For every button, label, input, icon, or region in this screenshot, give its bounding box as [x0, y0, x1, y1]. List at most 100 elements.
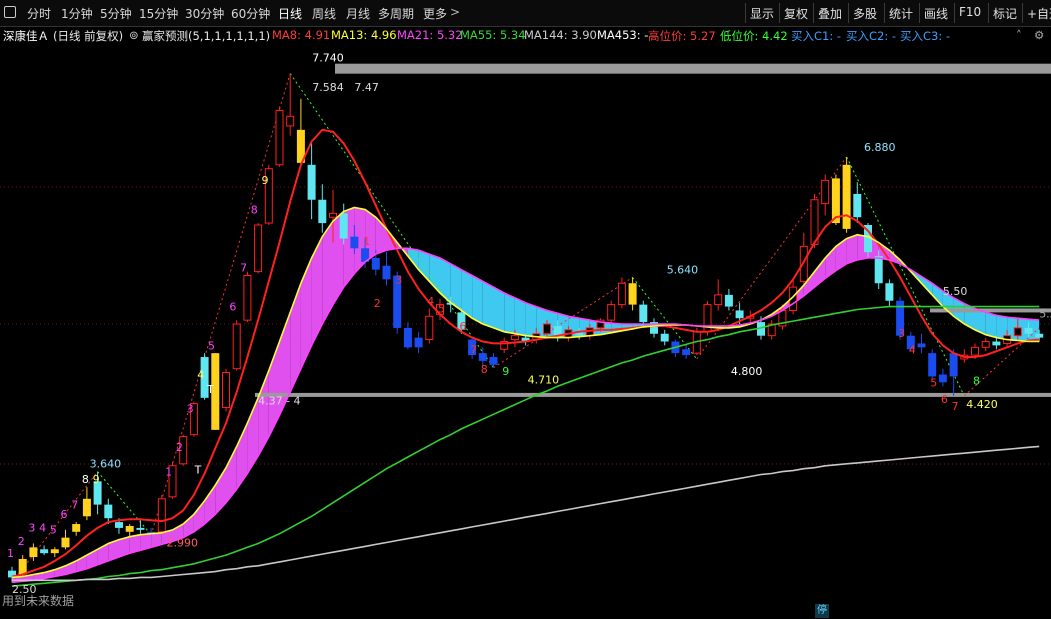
candle-body — [318, 199, 327, 224]
tab-60min[interactable]: 60分钟 — [231, 5, 270, 22]
mark-button[interactable]: 标记 — [988, 3, 1021, 23]
f10-button[interactable]: F10 — [954, 3, 985, 23]
high-label-3640: 3.640 — [90, 458, 122, 471]
candle-body — [821, 179, 830, 205]
collapse-chevron-icon[interactable]: ˄ — [1016, 28, 1022, 42]
candle-body — [478, 353, 487, 361]
candle-body — [254, 224, 263, 273]
indicator-bar: 深康佳Ａ (日线 前复权) ⊚ 赢家预测(5,1,1,1,1,1,1) MA8:… — [0, 28, 1051, 44]
candle-body — [885, 283, 894, 301]
candle-body — [1035, 333, 1044, 338]
label-527: 5.27 — [1039, 307, 1051, 320]
low-price-value: 低位价: 4.42 — [720, 29, 788, 43]
candle-body — [992, 341, 1001, 346]
high-label-7740: 7.740 — [312, 52, 344, 65]
candle-body — [799, 245, 808, 282]
candle-body — [61, 537, 70, 548]
ma-band-segment — [482, 281, 494, 328]
draw-button[interactable]: 画线 — [919, 3, 952, 23]
kline-chart[interactable]: 3.640 2.990 7.740 7.584 7.47 5.640 4.710 4.800 6… — [0, 44, 1051, 619]
ma-band-segment — [300, 258, 312, 369]
ma144-value: MA144: 3.90 — [524, 28, 597, 42]
candle-body — [29, 547, 38, 558]
counter-up-4: 5 — [50, 524, 57, 537]
candle-body — [136, 527, 145, 530]
counter-rise-3: 4 — [197, 368, 204, 381]
high-label-5640: 5.640 — [667, 263, 699, 276]
candle-body — [617, 282, 626, 306]
multi-stock-button[interactable]: 多股 — [848, 3, 881, 23]
high-price-value: 高位价: 5.27 — [648, 29, 716, 43]
ma-band-segment — [514, 297, 526, 336]
counter-fall-5: 8 — [973, 375, 980, 388]
ma-band-segment — [440, 258, 451, 303]
counter-down-7: 8 — [481, 363, 488, 376]
counter-fall-4: 7 — [952, 400, 959, 413]
low-label-2990: 2.990 — [167, 537, 199, 550]
counter-up-1: 2 — [18, 535, 25, 548]
candle-body — [842, 164, 851, 229]
candle-body — [917, 343, 926, 348]
ma453-value: MA453: - — [597, 28, 649, 42]
counter-down-2: 3 — [395, 274, 402, 287]
low-label-4710: 4.710 — [528, 374, 560, 387]
label-437: 4.37 - 4 — [258, 395, 300, 408]
candle-body — [18, 558, 27, 575]
buy-c1-value: 买入C1: - — [791, 29, 842, 43]
display-button[interactable]: 显示 — [745, 3, 778, 23]
tab-weekly[interactable]: 周线 — [312, 5, 336, 22]
stop-badge[interactable]: 停 — [815, 604, 829, 618]
buy-c3-value: 买入C3: - — [900, 29, 951, 43]
candle-body — [329, 212, 337, 218]
counter-rise-7: 8 — [251, 203, 258, 216]
candle-body — [403, 327, 412, 348]
counter-rise-8: 9 — [262, 174, 269, 187]
ma-band-segment — [472, 275, 483, 325]
circle-chevron-icon[interactable]: ⊚ — [129, 28, 139, 42]
overlay-button[interactable]: 叠加 — [813, 3, 846, 23]
tab-daily[interactable]: 日线 — [278, 5, 302, 22]
candle-body — [125, 525, 134, 532]
candle-body — [350, 236, 359, 249]
counter-up-0: 1 — [7, 547, 14, 560]
counter-down-3: 4 — [427, 295, 434, 308]
counter-fall-1: 4 — [909, 344, 916, 357]
ma-band-segment — [226, 446, 237, 503]
tab-5min[interactable]: 5分钟 — [100, 5, 132, 22]
candle-body — [928, 353, 937, 377]
counter-down-8: 9 — [502, 365, 509, 378]
candle-body — [1024, 327, 1033, 334]
candle-body — [543, 323, 551, 335]
counter-down-5: 6 — [459, 320, 466, 333]
more-chevron-icon[interactable]: > — [450, 5, 460, 19]
channel-line-1 — [335, 63, 1051, 74]
candle-body — [157, 498, 166, 533]
tab-15min[interactable]: 15分钟 — [139, 5, 178, 22]
counter-up-5: 6 — [61, 508, 68, 521]
candle-body — [607, 304, 616, 321]
candle-body — [222, 372, 230, 409]
tab-30min[interactable]: 30分钟 — [185, 5, 224, 22]
tab-multi-period[interactable]: 多周期 — [378, 5, 414, 22]
counter-down-1: 2 — [374, 297, 381, 310]
tab-monthly[interactable]: 月线 — [346, 5, 370, 22]
zigzag-leg-7 — [846, 156, 965, 397]
adjust-button[interactable]: 复权 — [779, 3, 812, 23]
candle-body — [243, 274, 252, 321]
moving-average-lines — [11, 128, 1040, 587]
ma-band-segment — [493, 287, 505, 332]
tab-1min[interactable]: 1分钟 — [61, 5, 93, 22]
settings-gear-icon[interactable]: ⚙ — [1034, 28, 1044, 42]
counter-rise-5: 6 — [229, 300, 236, 313]
counter-rise-0: 1 — [165, 465, 172, 478]
window-toggle-icon[interactable] — [4, 6, 16, 18]
counter-fall-3: 6 — [941, 393, 948, 406]
candle-body — [682, 349, 691, 356]
tab-more[interactable]: 更多 — [423, 5, 447, 22]
indicator-name[interactable]: 赢家预测(5,1,1,1,1,1,1) — [142, 28, 270, 44]
statistics-button[interactable]: 统计 — [884, 3, 917, 23]
candle-body — [660, 333, 669, 342]
add-watchlist-button[interactable]: +自选 — [1022, 3, 1051, 23]
tab-timeshare[interactable]: 分时 — [27, 5, 51, 22]
ma-line-ma8 — [11, 128, 1040, 578]
